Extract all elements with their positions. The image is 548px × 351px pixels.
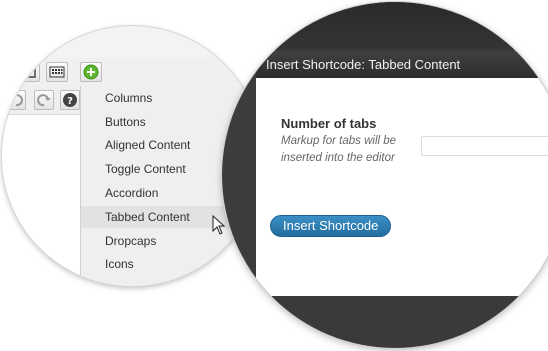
- undo-icon: [9, 94, 23, 107]
- shortcode-add-button[interactable]: [80, 62, 102, 82]
- admin-header-strip: [222, 2, 548, 50]
- menu-item-label: Dropcaps: [105, 234, 157, 248]
- svg-text:?: ?: [67, 96, 73, 107]
- dialog-lower-backdrop: [256, 296, 548, 348]
- number-of-tabs-label: Number of tabs: [281, 116, 377, 131]
- menu-item-label: Icons: [105, 257, 134, 271]
- undo-button[interactable]: [6, 90, 26, 110]
- redo-button[interactable]: [34, 90, 54, 110]
- dialog-title: Insert Shortcode: Tabbed Content: [266, 57, 461, 72]
- redo-icon: [37, 94, 51, 107]
- kitchen-sink-icon: [49, 66, 65, 78]
- help-icon: ?: [63, 93, 77, 107]
- insert-shortcode-button[interactable]: Insert Shortcode: [270, 215, 392, 237]
- number-of-tabs-description: Markup for tabs will be inserted into th…: [281, 135, 397, 164]
- fullscreen-button[interactable]: [18, 62, 40, 82]
- shortcode-dialog-magnifier: Insert Shortcode: Tabbed Content Number …: [222, 2, 548, 348]
- menu-item-label: Toggle Content: [105, 162, 186, 176]
- menu-item-label: Accordion: [105, 186, 159, 200]
- kitchen-sink-button[interactable]: [46, 62, 68, 82]
- editor-content-area[interactable]: [2, 115, 85, 286]
- menu-item-label: Aligned Content: [105, 138, 191, 152]
- menu-item-label: Tabbed Content: [105, 210, 190, 224]
- help-button[interactable]: ?: [60, 90, 80, 110]
- menu-item-label: Buttons: [105, 115, 146, 129]
- shortcode-add-icon: [83, 64, 99, 80]
- menu-item-label: Columns: [105, 91, 153, 105]
- dialog-titlebar: Insert Shortcode: Tabbed Content: [256, 52, 548, 78]
- number-of-tabs-input[interactable]: [421, 136, 548, 156]
- fullscreen-icon: [22, 66, 36, 78]
